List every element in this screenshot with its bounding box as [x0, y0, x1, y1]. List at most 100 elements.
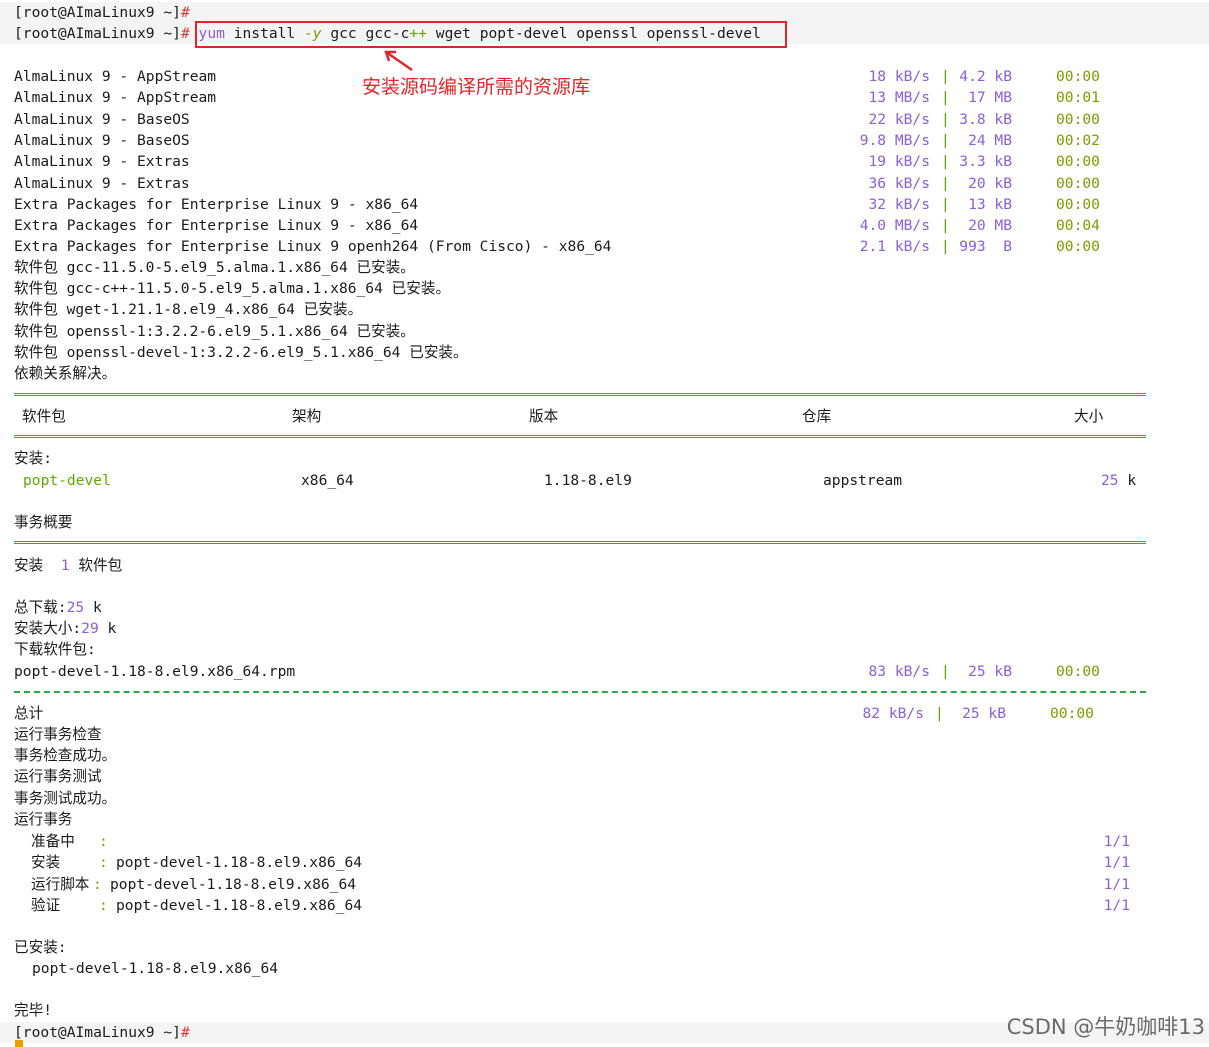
repo-time: 00:01 — [1056, 89, 1100, 107]
step-package: popt-devel-1.18-8.el9.x86_64 — [116, 896, 363, 914]
pipe: | — [941, 110, 950, 128]
pipe: | — [941, 89, 950, 107]
step-progress: 1/1 — [1103, 833, 1130, 850]
installed-label: 已安装: — [14, 939, 67, 956]
step-package: popt-devel-1.18-8.el9.x86_64 — [110, 875, 357, 893]
pipe: | — [935, 705, 944, 722]
header-arch: 架构 — [292, 408, 322, 425]
separator-dashed — [14, 691, 1146, 695]
pipe: | — [941, 217, 950, 235]
repo-name: Extra Packages for Enterprise Linux 9 op… — [14, 238, 612, 256]
repo-speed: 18 kB/s — [868, 68, 930, 85]
cursor-icon — [15, 1040, 23, 1047]
repo-time: 00:04 — [1056, 217, 1100, 235]
terminal-gutter — [0, 0, 12, 1047]
repo-speed: 36 kB/s — [868, 174, 930, 192]
repo-speed: 22 kB/s — [868, 110, 930, 128]
row-version: 1.18-8.el9 — [544, 472, 632, 489]
step-label: 运行脚本 — [31, 875, 90, 893]
step-label: 准备中 — [31, 833, 75, 850]
row-arch: x86_64 — [301, 472, 354, 489]
repo-time: 00:00 — [1056, 153, 1100, 171]
run-message: 事务测试成功。 — [14, 789, 117, 807]
watermark: CSDN @牛奶咖啡13 — [1006, 1015, 1205, 1039]
repo-size: 20 MB — [968, 217, 1012, 235]
row-pkg: popt-devel — [23, 472, 111, 489]
pipe: | — [941, 131, 950, 149]
repo-name: AlmaLinux 9 - BaseOS — [14, 131, 190, 149]
repo-time: 00:02 — [1056, 131, 1100, 149]
section-install: 安装: — [14, 450, 52, 467]
repo-size: 13 kB — [968, 195, 1012, 213]
prompt-3[interactable]: [root@AImaLinux9 ~]# — [14, 1022, 190, 1043]
step-colon: : — [99, 896, 108, 914]
repo-size: 3.3 kB — [959, 153, 1012, 171]
install-size: 安装大小:29 k — [14, 620, 117, 637]
installed-message: 软件包 openssl-1:3.2.2-6.el9_5.1.x86_64 已安装… — [14, 322, 415, 340]
repo-time: 00:00 — [1056, 110, 1100, 128]
repo-name: AlmaLinux 9 - Extras — [14, 153, 190, 171]
annotation-text: 安装源码编译所需的资源库 — [362, 76, 591, 98]
run-message: 事务检查成功。 — [14, 747, 117, 765]
step-package: popt-devel-1.18-8.el9.x86_64 — [116, 854, 363, 872]
step-progress: 1/1 — [1103, 854, 1130, 872]
step-colon: : — [99, 854, 108, 872]
separator — [14, 393, 1146, 399]
done-message: 完毕! — [14, 1002, 52, 1019]
repo-time: 00:00 — [1056, 68, 1100, 85]
repo-speed: 32 kB/s — [868, 195, 930, 213]
repo-size: 993 B — [959, 238, 1012, 256]
step-colon: : — [99, 833, 108, 850]
download-size: 25 kB — [968, 663, 1012, 680]
separator — [14, 541, 1146, 547]
pipe: | — [941, 153, 950, 171]
total-speed: 82 kB/s — [862, 705, 924, 722]
separator — [14, 435, 1146, 441]
step-colon: : — [93, 875, 102, 893]
row-repo: appstream — [823, 472, 903, 489]
repo-name: AlmaLinux 9 - AppStream — [14, 68, 217, 85]
repo-speed: 4.0 MB/s — [859, 217, 930, 235]
summary-title: 事务概要 — [14, 514, 73, 531]
repo-name: AlmaLinux 9 - BaseOS — [14, 110, 190, 128]
header-repo: 仓库 — [802, 408, 832, 425]
pipe: | — [941, 174, 950, 192]
repo-time: 00:00 — [1056, 238, 1100, 256]
installed-message: 软件包 gcc-11.5.0-5.el9_5.alma.1.x86_64 已安装… — [14, 259, 415, 276]
download-time: 00:00 — [1056, 663, 1100, 680]
summary-install: 安装 1 软件包 — [14, 557, 123, 574]
repo-size: 17 MB — [968, 89, 1012, 107]
installed-message: 软件包 wget-1.21.1-8.el9_4.x86_64 已安装。 — [14, 301, 363, 319]
header-size: 大小 — [1074, 408, 1104, 425]
repo-name: Extra Packages for Enterprise Linux 9 - … — [14, 195, 419, 213]
repo-speed: 19 kB/s — [868, 153, 930, 171]
step-label: 验证 — [31, 896, 61, 914]
annotation-arrow-icon — [384, 50, 413, 72]
repo-name: AlmaLinux 9 - Extras — [14, 174, 190, 192]
repo-speed: 13 MB/s — [868, 89, 930, 107]
repo-name: AlmaLinux 9 - AppStream — [14, 89, 217, 107]
repo-time: 00:00 — [1056, 195, 1100, 213]
repo-size: 20 kB — [968, 174, 1012, 192]
total-time: 00:00 — [1050, 705, 1094, 722]
pipe: | — [941, 663, 950, 680]
installed-message: 软件包 gcc-c++-11.5.0-5.el9_5.alma.1.x86_64… — [14, 280, 451, 298]
repo-size: 4.2 kB — [959, 68, 1012, 85]
installed-package: popt-devel-1.18-8.el9.x86_64 — [32, 960, 279, 977]
command-highlight-box — [195, 21, 787, 48]
step-progress: 1/1 — [1103, 896, 1130, 914]
total-download: 总下载:25 k — [14, 599, 102, 616]
repo-speed: 2.1 kB/s — [859, 238, 930, 256]
download-speed: 83 kB/s — [868, 663, 930, 680]
step-progress: 1/1 — [1103, 875, 1130, 893]
run-message: 运行事务检查 — [14, 726, 102, 743]
run-message: 运行事务测试 — [14, 768, 102, 786]
download-file: popt-devel-1.18-8.el9.x86_64.rpm — [14, 663, 296, 680]
total-label: 总计 — [14, 705, 44, 722]
installed-message: 软件包 openssl-devel-1:3.2.2-6.el9_5.1.x86_… — [14, 343, 468, 361]
header-package: 软件包 — [22, 408, 66, 425]
step-label: 安装 — [31, 854, 61, 872]
download-packages-label: 下载软件包: — [14, 641, 96, 658]
total-size: 25 kB — [962, 705, 1006, 722]
pipe: | — [941, 195, 950, 213]
